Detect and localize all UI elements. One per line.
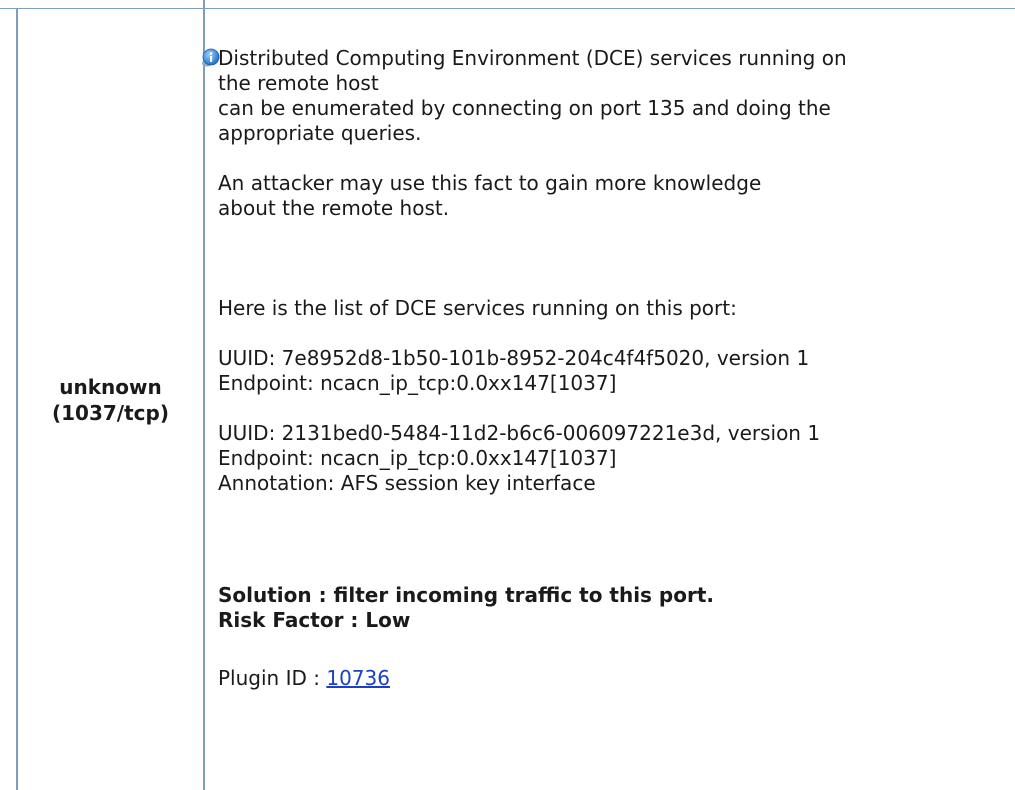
description-line-5: An attacker may use this fact to gain mo… xyxy=(218,171,762,195)
service-1-endpoint: Endpoint: ncacn_ip_tcp:0.0xx147[1037] xyxy=(218,371,617,395)
info-icon xyxy=(202,48,220,67)
services-intro: Here is the list of DCE services running… xyxy=(218,296,737,320)
service-2-endpoint: Endpoint: ncacn_ip_tcp:0.0xx147[1037] xyxy=(218,446,617,470)
description-line-4: appropriate queries. xyxy=(218,121,422,145)
service-2-annotation: Annotation: AFS session key interface xyxy=(218,471,596,495)
description-line-3: can be enumerated by connecting on port … xyxy=(218,96,831,120)
description-line-6: about the remote host. xyxy=(218,196,450,220)
service-1-uuid: UUID: 7e8952d8-1b50-101b-8952-204c4f4f50… xyxy=(218,346,810,370)
risk-factor: Risk Factor : Low xyxy=(218,608,411,632)
description-line-1: Distributed Computing Environment (DCE) … xyxy=(218,46,847,70)
service-2-uuid: UUID: 2131bed0-5484-11d2-b6c6-006097221e… xyxy=(218,421,821,445)
port-protocol: (1037/tcp) xyxy=(52,400,169,425)
finding-content: Distributed Computing Environment (DCE) … xyxy=(202,46,998,691)
port-label: unknown (1037/tcp) xyxy=(52,374,169,426)
plugin-id-link[interactable]: 10736 xyxy=(326,666,390,690)
port-cell: unknown (1037/tcp) xyxy=(18,9,203,790)
table-column-divider xyxy=(203,0,205,790)
plugin-id-label: Plugin ID : xyxy=(218,666,327,690)
port-service: unknown xyxy=(59,374,162,399)
solution-text: Solution : filter incoming traffic to th… xyxy=(218,583,714,607)
plugin-id-row: Plugin ID : 10736 xyxy=(218,666,998,691)
description-line-2: the remote host xyxy=(218,71,379,95)
report-page: unknown (1037/tcp) Distributed Computing… xyxy=(0,0,1015,790)
